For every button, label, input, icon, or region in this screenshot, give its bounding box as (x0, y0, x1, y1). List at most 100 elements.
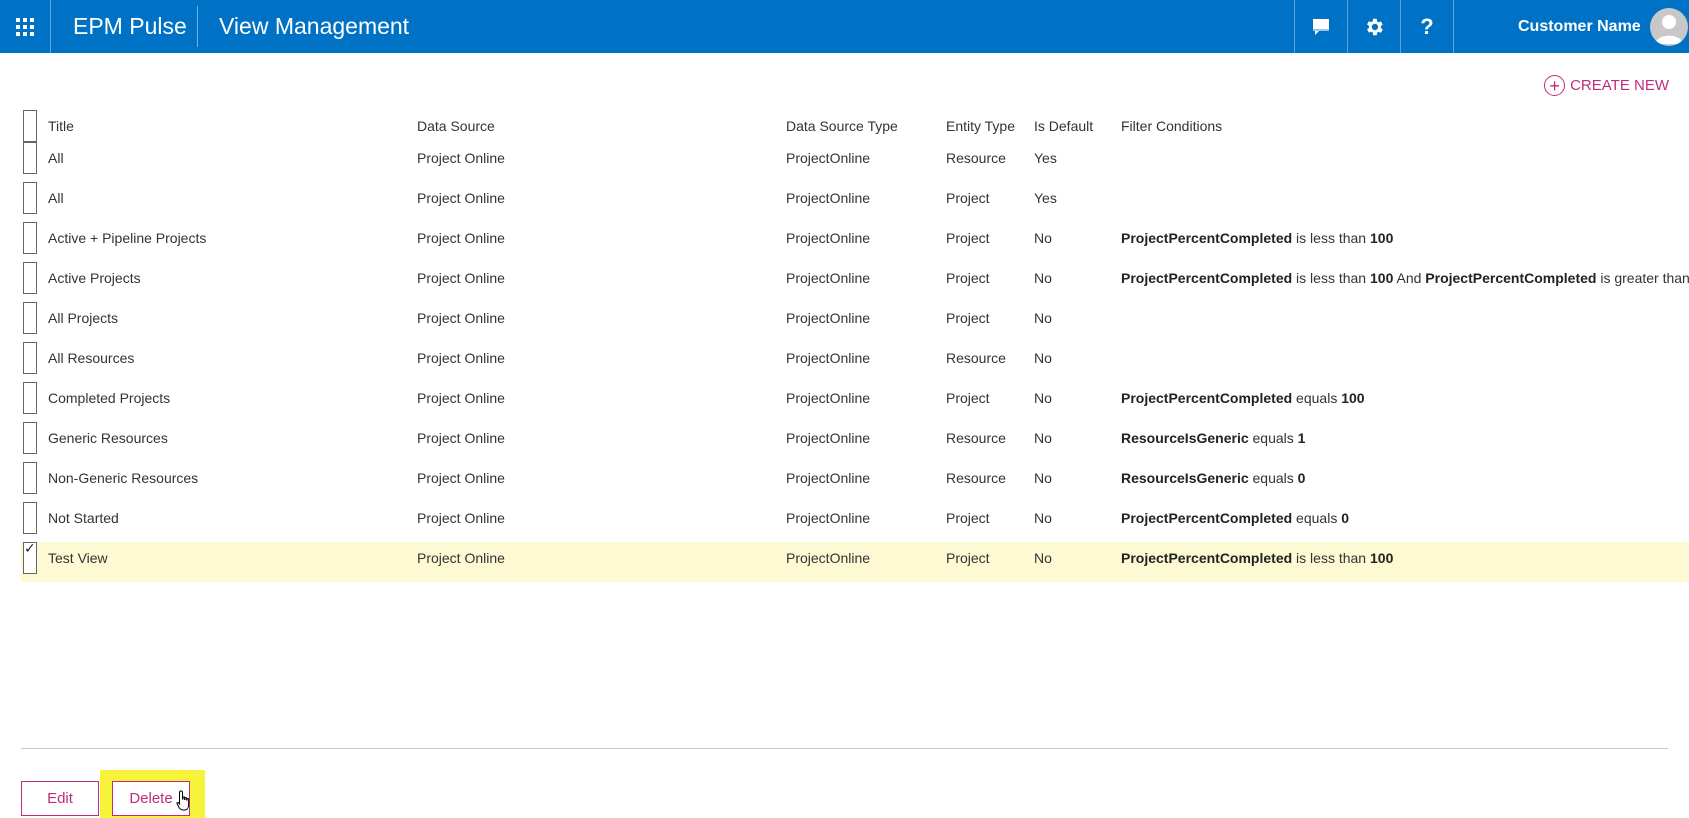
row-checkbox[interactable] (23, 342, 37, 374)
divider (21, 748, 1668, 749)
help-button[interactable]: ? (1400, 0, 1453, 53)
row-data-source-type: ProjectOnline (786, 430, 871, 446)
column-header-data-source-type[interactable]: Data Source Type (786, 110, 898, 142)
row-checkbox[interactable] (23, 382, 37, 414)
row-checkbox[interactable] (23, 262, 37, 294)
table-header: Title Data Source Data Source Type Entit… (21, 110, 1689, 142)
column-header-title[interactable]: Title (48, 110, 74, 142)
column-header-is-default[interactable]: Is Default (1034, 110, 1093, 142)
filter-term: ResourceIsGeneric (1121, 430, 1249, 446)
row-title[interactable]: Active Projects (48, 262, 141, 294)
row-filter-conditions: ResourceIsGeneric equals 1 (1121, 422, 1305, 454)
row-data-source-type: ProjectOnline (786, 270, 871, 286)
header-divider (197, 6, 198, 47)
row-data-source: Project Online (417, 510, 505, 526)
row-checkbox[interactable] (23, 142, 37, 174)
filter-term: ProjectPercentCompleted (1121, 230, 1293, 246)
row-data-source-type: ProjectOnline (786, 470, 871, 486)
row-title[interactable]: All (48, 182, 64, 214)
row-checkbox[interactable] (23, 302, 37, 334)
row-title[interactable]: Active + Pipeline Projects (48, 222, 206, 254)
row-title[interactable]: Generic Resources (48, 422, 168, 454)
row-checkbox[interactable] (23, 182, 37, 214)
create-new-button[interactable]: + CREATE NEW (1544, 75, 1669, 96)
row-title[interactable]: All (48, 142, 64, 174)
row-is-default: No (1034, 550, 1052, 566)
row-filter-conditions: ProjectPercentCompleted is less than 100 (1121, 542, 1393, 574)
table-row[interactable]: Completed Projects Project Online ProjectO… (21, 382, 1689, 422)
column-header-entity-type[interactable]: Entity Type (946, 110, 1015, 142)
page-title: View Management (219, 13, 410, 39)
row-is-default: No (1034, 470, 1052, 486)
row-is-default: No (1034, 270, 1052, 286)
edit-button[interactable]: Edit (21, 781, 99, 816)
plus-circle-icon: + (1544, 75, 1566, 96)
row-entity-type: Resource (946, 150, 1006, 166)
row-checkbox[interactable] (23, 462, 37, 494)
filter-term: 1 (1297, 430, 1306, 446)
filter-term: 100 (1341, 390, 1365, 406)
settings-button[interactable] (1347, 0, 1400, 53)
filter-term: 100 (1370, 270, 1394, 286)
row-data-source-type: ProjectOnline (786, 190, 871, 206)
table-row[interactable]: Active Projects Project Online ProjectOnli… (21, 262, 1689, 302)
row-is-default: Yes (1034, 190, 1057, 206)
filter-term: ProjectPercentCompleted (1121, 510, 1293, 526)
table-row[interactable]: Active + Pipeline Projects Project Online… (21, 222, 1689, 262)
row-title[interactable]: Non-Generic Resources (48, 462, 198, 494)
row-checkbox[interactable] (23, 422, 37, 454)
row-filter-conditions: ProjectPercentCompleted is less than 100 (1121, 222, 1393, 254)
table-row[interactable]: Not Started Project Online ProjectOnline Pr… (21, 502, 1689, 542)
table-row[interactable]: All Project Online ProjectOnline Project Yes (21, 182, 1689, 222)
row-filter-conditions: ProjectPercentCompleted equals 100 (1121, 382, 1365, 414)
row-data-source: Project Online (417, 430, 505, 446)
filter-term: ProjectPercentCompleted (1121, 270, 1293, 286)
table-row[interactable]: Test View Project Online ProjectOnline Proj… (21, 538, 1689, 582)
row-checkbox[interactable] (23, 222, 37, 254)
filter-term: ResourceIsGeneric (1121, 470, 1249, 486)
row-title[interactable]: Completed Projects (48, 382, 170, 414)
select-all-checkbox[interactable] (23, 110, 37, 142)
row-filter-conditions: ProjectPercentCompleted is less than 100… (1121, 262, 1689, 294)
row-data-source: Project Online (417, 150, 505, 166)
filter-operator: equals (1248, 430, 1298, 446)
hand-cursor-icon (176, 790, 190, 811)
row-is-default: No (1034, 510, 1052, 526)
row-title[interactable]: All Resources (48, 342, 134, 374)
table-row[interactable]: Generic Resources Project Online ProjectOn… (21, 422, 1689, 462)
filter-term: 0 (1297, 470, 1306, 486)
filter-operator: equals (1248, 470, 1298, 486)
user-name[interactable]: Customer Name (1518, 0, 1641, 53)
row-data-source-type: ProjectOnline (786, 510, 871, 526)
row-title[interactable]: All Projects (48, 302, 118, 334)
row-data-source-type: ProjectOnline (786, 550, 871, 566)
row-data-source: Project Online (417, 190, 505, 206)
row-data-source: Project Online (417, 390, 505, 406)
row-title[interactable]: Not Started (48, 502, 119, 534)
row-data-source: Project Online (417, 350, 505, 366)
row-data-source: Project Online (417, 470, 505, 486)
row-filter-conditions: ProjectPercentCompleted equals 0 (1121, 502, 1349, 534)
app-launcher-button[interactable] (0, 0, 51, 53)
row-data-source: Project Online (417, 310, 505, 326)
row-checkbox[interactable] (23, 502, 37, 534)
row-is-default: Yes (1034, 150, 1057, 166)
row-checkbox[interactable] (23, 538, 37, 574)
row-data-source-type: ProjectOnline (786, 150, 871, 166)
column-header-data-source[interactable]: Data Source (417, 110, 495, 142)
row-is-default: No (1034, 430, 1052, 446)
avatar[interactable] (1650, 8, 1688, 46)
table-row[interactable]: All Resources Project Online ProjectOnline… (21, 342, 1689, 382)
column-header-filter-conditions[interactable]: Filter Conditions (1121, 110, 1222, 142)
brand-title[interactable]: EPM Pulse (73, 0, 187, 53)
chat-button[interactable] (1294, 0, 1347, 53)
filter-operator: is less than (1292, 270, 1370, 286)
row-entity-type: Resource (946, 470, 1006, 486)
table-row[interactable]: All Projects Project Online ProjectOnline P… (21, 302, 1689, 342)
table-row[interactable]: All Project Online ProjectOnline Resource Ye… (21, 142, 1689, 182)
row-title[interactable]: Test View (48, 542, 108, 574)
row-is-default: No (1034, 390, 1052, 406)
table-row[interactable]: Non-Generic Resources Project Online Proje… (21, 462, 1689, 502)
gear-icon (1367, 18, 1383, 35)
filter-operator: equals (1292, 390, 1342, 406)
